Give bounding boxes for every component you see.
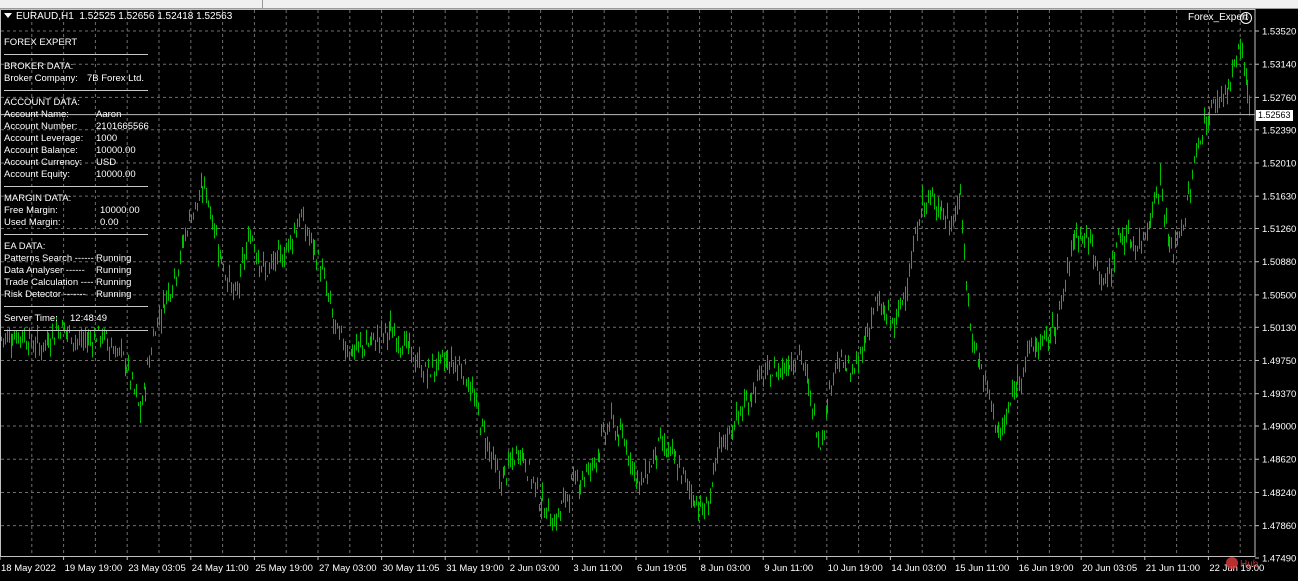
y-tick-label: 1.49750	[1262, 356, 1296, 367]
account-balance-row: Account Balance: 10000.00	[4, 145, 136, 156]
expert-advisor-name[interactable]: Forex_Expert	[1188, 12, 1248, 23]
y-tick-label: 1.51260	[1262, 224, 1296, 235]
used-margin-row: Used Margin: 0.00	[4, 217, 119, 228]
account-section-title: ACCOUNT DATA:	[4, 97, 81, 108]
symbol-label: EURAUD,H1	[16, 11, 74, 22]
symbol-header: EURAUD,H1 1.52525 1.52656 1.52418 1.5256…	[4, 11, 232, 22]
separator	[4, 306, 148, 307]
separator	[4, 186, 148, 187]
free-margin-row: Free Margin: 10000.00	[4, 205, 140, 216]
x-tick-label: 2 Jun 03:00	[510, 563, 560, 574]
y-tick-label: 1.50880	[1262, 257, 1296, 268]
x-tick-label: 18 May 2022	[1, 563, 56, 574]
chart-frame	[0, 9, 1256, 557]
x-tick-label: 16 Jun 19:00	[1019, 563, 1074, 574]
account-equity-row: Account Equity: 10000.00	[4, 169, 136, 180]
account-currency-row: Account Currency: USD	[4, 157, 117, 168]
separator	[4, 90, 148, 91]
y-tick-label: 1.50130	[1262, 323, 1296, 334]
x-tick-label: 6 Jun 19:05	[637, 563, 687, 574]
x-tick-label: 15 Jun 11:00	[955, 563, 1009, 574]
margin-section-title: MARGIN DATA:	[4, 193, 72, 204]
broker-section-title: BROKER DATA:	[4, 61, 74, 72]
y-tick-label: 1.52010	[1262, 158, 1296, 169]
separator	[4, 54, 148, 55]
panel-title: FOREX EXPERT	[4, 37, 78, 48]
x-tick-label: 27 May 03:00	[319, 563, 377, 574]
x-tick-label: 3 Jun 11:00	[573, 563, 622, 574]
x-tick-label: 9 Jun 11:00	[764, 563, 813, 574]
y-tick-label: 1.47860	[1262, 521, 1296, 532]
y-tick-label: 1.49000	[1262, 422, 1296, 433]
y-tick-label: 1.51630	[1262, 192, 1296, 203]
logo-circle-icon	[1226, 557, 1238, 569]
patterns-search-row: Patterns Search ------ Running	[4, 253, 132, 264]
y-tick-label: 1.50500	[1262, 290, 1296, 301]
price-bars	[1, 38, 1250, 531]
ea-section-title: EA DATA:	[4, 241, 46, 252]
separator	[4, 234, 148, 235]
y-tick-label: 1.49370	[1262, 389, 1296, 400]
chart-area[interactable]: 1.53520 1.53140 1.52760 1.52390 1.52010 1.516…	[0, 9, 1298, 581]
data-analyser-row: Data Analyser ------ Running	[4, 265, 132, 276]
x-tick-label: 8 Jun 03:00	[701, 563, 751, 574]
x-tick-label: 24 May 11:00	[192, 563, 249, 574]
x-tick-label: 25 May 19:00	[255, 563, 313, 574]
x-tick-label: 20 Jun 03:05	[1082, 563, 1137, 574]
broker-company-row: Broker Company: 7B Forex Ltd.	[4, 73, 145, 84]
x-tick-label: 21 Jun 11:00	[1146, 563, 1200, 574]
x-tick-label: 14 Jun 03:00	[891, 563, 946, 574]
current-price-label: 1.52563	[1256, 109, 1293, 121]
watermark-logo: Hub	[1226, 557, 1258, 570]
smiley-icon[interactable]: ☺	[1240, 12, 1252, 24]
x-tick-label: 23 May 03:05	[128, 563, 186, 574]
risk-detector-row: Risk Detector ------- Running	[4, 289, 132, 300]
window-top-border	[0, 0, 1298, 9]
x-tick-label: 10 Jun 19:00	[828, 563, 883, 574]
account-number-row: Account Number: 2101665566	[4, 121, 149, 132]
ohlc-values: 1.52525 1.52656 1.52418 1.52563	[79, 11, 233, 22]
info-panel: FOREX EXPERT BROKER DATA: Broker Company…	[4, 37, 150, 337]
y-tick-label: 1.52390	[1262, 125, 1296, 136]
y-tick-label: 1.47490	[1262, 554, 1296, 565]
x-tick-label: 30 May 11:05	[383, 563, 440, 574]
y-tick-label: 1.53140	[1262, 60, 1296, 71]
dropdown-triangle-icon[interactable]	[4, 13, 12, 18]
trade-calculation-row: Trade Calculation ---- Running	[4, 277, 132, 288]
server-time-row: Server Time: 12:48:49	[4, 313, 107, 324]
y-tick-label: 1.53520	[1262, 27, 1296, 38]
y-tick-label: 1.48240	[1262, 488, 1296, 499]
y-tick-label: 1.52760	[1262, 93, 1296, 104]
account-leverage-row: Account Leverage: 1000	[4, 133, 118, 144]
x-tick-label: 31 May 19:00	[446, 563, 504, 574]
y-tick-label: 1.48620	[1262, 455, 1296, 466]
x-tick-label: 19 May 19:00	[65, 563, 123, 574]
account-name-row: Account Name: Aaron	[4, 109, 122, 120]
separator	[4, 330, 148, 331]
price-chart[interactable]: 1.53520 1.53140 1.52760 1.52390 1.52010 1.516…	[0, 9, 1298, 581]
